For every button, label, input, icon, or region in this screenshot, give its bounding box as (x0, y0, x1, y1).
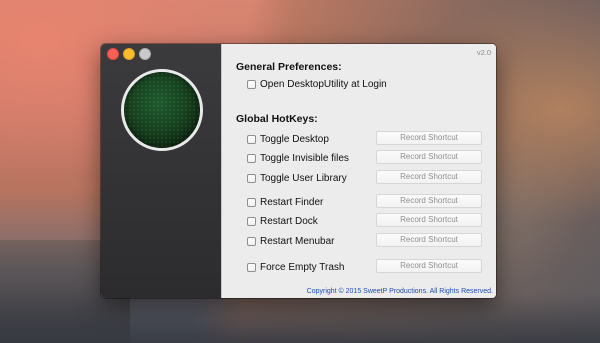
open-at-login-label: Open DesktopUtility at Login (260, 78, 387, 90)
restart-finder-label: Restart Finder (260, 196, 324, 208)
sidebar (101, 44, 221, 298)
preferences-panel: v2.0 General Preferences: Open DesktopUt… (221, 44, 496, 298)
restart-dock-label: Restart Dock (260, 215, 318, 227)
hotkey-row-toggle-user-library[interactable]: Toggle User Library (247, 171, 347, 185)
close-icon[interactable] (107, 48, 119, 60)
open-at-login-checkbox[interactable] (247, 79, 256, 89)
toggle-invisible-files-checkbox[interactable] (247, 153, 256, 163)
record-shortcut-button-toggle-desktop[interactable]: Record Shortcut (376, 131, 482, 145)
record-shortcut-button-toggle-invisible-files[interactable]: Record Shortcut (376, 150, 482, 164)
record-shortcut-button-toggle-user-library[interactable]: Record Shortcut (376, 170, 482, 184)
restart-menubar-checkbox[interactable] (247, 236, 256, 246)
force-empty-trash-label: Force Empty Trash (260, 261, 345, 273)
minimize-icon[interactable] (123, 48, 135, 60)
record-shortcut-button-restart-finder[interactable]: Record Shortcut (376, 194, 482, 208)
hotkey-row-force-empty-trash[interactable]: Force Empty Trash (247, 260, 344, 274)
hotkey-row-toggle-invisible-files[interactable]: Toggle Invisible files (247, 151, 349, 165)
app-logo-icon (121, 69, 203, 151)
record-shortcut-button-force-empty-trash[interactable]: Record Shortcut (376, 259, 482, 273)
wallpaper-bottom (0, 293, 600, 343)
restart-menubar-label: Restart Menubar (260, 235, 335, 247)
record-shortcut-button-restart-dock[interactable]: Record Shortcut (376, 213, 482, 227)
hotkey-row-restart-dock[interactable]: Restart Dock (247, 214, 318, 228)
force-empty-trash-checkbox[interactable] (247, 262, 256, 272)
hotkey-row-restart-menubar[interactable]: Restart Menubar (247, 234, 334, 248)
toggle-user-library-label: Toggle User Library (260, 172, 347, 184)
toggle-desktop-checkbox[interactable] (247, 134, 256, 144)
maximize-icon[interactable] (139, 48, 151, 60)
preferences-window: v2.0 General Preferences: Open DesktopUt… (101, 44, 496, 298)
version-label: v2.0 (476, 48, 491, 57)
toggle-user-library-checkbox[interactable] (247, 173, 256, 183)
restart-finder-checkbox[interactable] (247, 197, 256, 207)
toggle-invisible-files-label: Toggle Invisible files (260, 152, 349, 164)
global-hotkeys-title: Global HotKeys: (236, 113, 318, 125)
hotkey-row-restart-finder[interactable]: Restart Finder (247, 195, 323, 209)
toggle-desktop-label: Toggle Desktop (260, 133, 329, 145)
record-shortcut-button-restart-menubar[interactable]: Record Shortcut (376, 233, 482, 247)
restart-dock-checkbox[interactable] (247, 216, 256, 226)
hotkey-row-toggle-desktop[interactable]: Toggle Desktop (247, 132, 329, 146)
copyright-link[interactable]: Copyright © 2015 SweetP Productions. All… (307, 288, 493, 295)
general-preferences-title: General Preferences: (236, 61, 342, 73)
open-at-login-row[interactable]: Open DesktopUtility at Login (247, 77, 387, 91)
